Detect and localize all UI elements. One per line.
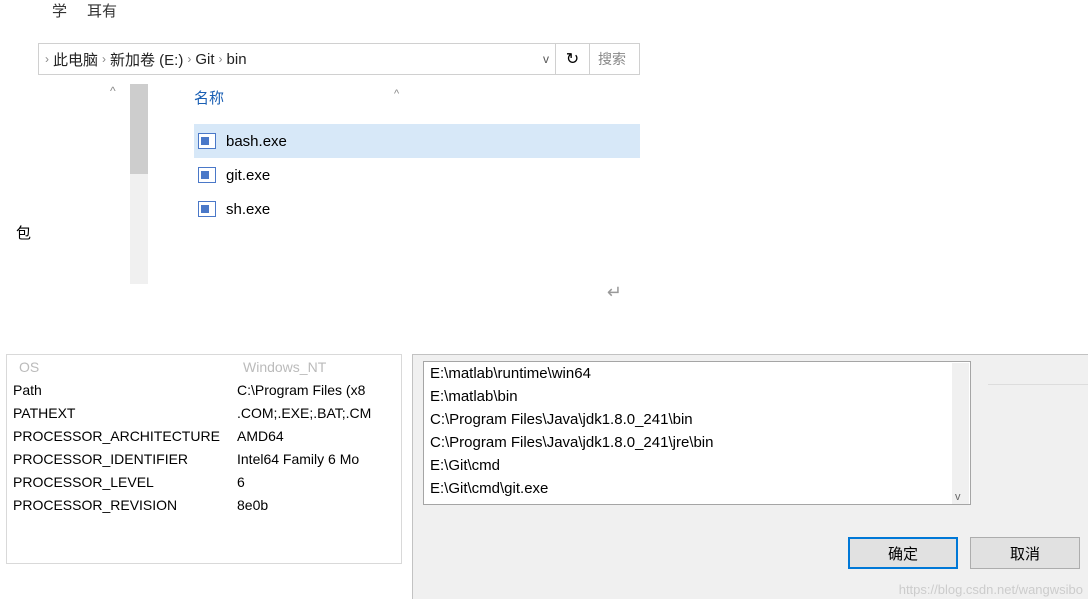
breadcrumb-item[interactable]: 此电脑 [53, 49, 98, 70]
env-key: PROCESSOR_ARCHITECTURE [7, 428, 237, 444]
breadcrumb-bar[interactable]: › 此电脑 › 新加卷 (E:) › Git › bin v [38, 43, 556, 75]
list-item[interactable]: C:\Program Files\Java\jdk1.8.0_241\bin [424, 408, 970, 431]
table-row[interactable]: PATHEXT .COM;.EXE;.BAT;.CM [7, 401, 401, 424]
list-item[interactable]: E:\Git\cmd [424, 454, 970, 477]
sort-caret-icon: ^ [394, 88, 399, 100]
table-row[interactable]: OS Windows_NT [7, 355, 401, 378]
chevron-right-icon: › [45, 52, 49, 66]
file-name: bash.exe [226, 133, 287, 150]
env-vars-list[interactable]: OS Windows_NT Path C:\Program Files (x8 … [6, 354, 402, 564]
file-name: sh.exe [226, 201, 270, 218]
scrollbar-thumb[interactable] [130, 84, 148, 174]
table-row[interactable]: PROCESSOR_REVISION 8e0b [7, 493, 401, 516]
env-key: PROCESSOR_REVISION [7, 497, 237, 513]
exe-file-icon [198, 167, 216, 183]
nav-item[interactable]: 包 [16, 222, 31, 243]
env-val: .COM;.EXE;.BAT;.CM [237, 405, 401, 421]
table-row[interactable]: Path C:\Program Files (x8 [7, 378, 401, 401]
breadcrumb-item[interactable]: 新加卷 (E:) [110, 49, 183, 70]
table-row[interactable]: PROCESSOR_LEVEL 6 [7, 470, 401, 493]
env-key: PATHEXT [7, 405, 237, 421]
env-val: 8e0b [237, 497, 401, 513]
table-row[interactable]: PROCESSOR_ARCHITECTURE AMD64 [7, 424, 401, 447]
file-row[interactable]: bash.exe [194, 124, 640, 158]
breadcrumb-item[interactable]: Git [195, 51, 214, 68]
list-item[interactable]: E:\Git\cmd\git.exe [424, 477, 970, 500]
env-key: OS [13, 359, 243, 375]
breadcrumb-item[interactable]: bin [227, 51, 247, 68]
refresh-icon: ↻ [566, 49, 579, 69]
ok-button[interactable]: 确定 [848, 537, 958, 569]
dialog-buttons: 确定 取消 [848, 537, 1080, 569]
return-icon: ↵ [607, 282, 622, 303]
env-key: Path [7, 382, 237, 398]
list-item[interactable]: C:\Program Files\Java\jdk1.8.0_241\jre\b… [424, 431, 970, 454]
env-key: PROCESSOR_LEVEL [7, 474, 237, 490]
file-explorer-window: 学 耳有 › 此电脑 › 新加卷 (E:) › Git › bin v ↻ 搜索… [38, 0, 640, 340]
list-item[interactable]: E:\matlab\runtime\win64 [424, 362, 970, 385]
search-input[interactable]: 搜索 [590, 43, 640, 75]
file-list: 名称 ^ bash.exe git.exe sh.exe [148, 82, 640, 226]
exe-file-icon [198, 133, 216, 149]
env-val: AMD64 [237, 428, 401, 444]
nav-scrollbar[interactable] [130, 84, 148, 284]
chevron-down-icon[interactable]: v [955, 491, 961, 503]
explorer-body: ^ 包 名称 ^ bash.exe git.exe sh.exe [38, 82, 640, 226]
file-name: git.exe [226, 167, 270, 184]
env-val: Windows_NT [243, 359, 401, 375]
dialog-side-panel [988, 355, 1088, 385]
explorer-tabs: 学 耳有 [38, 0, 640, 24]
column-header-name[interactable]: 名称 ^ [194, 82, 640, 112]
tab-item[interactable]: 耳有 [87, 0, 117, 21]
env-val: C:\Program Files (x8 [237, 382, 401, 398]
env-val: Intel64 Family 6 Mo [237, 451, 401, 467]
chevron-right-icon: › [102, 52, 106, 66]
column-header-label: 名称 [194, 87, 224, 108]
chevron-up-icon[interactable]: ^ [110, 84, 116, 98]
tab-item[interactable]: 学 [52, 0, 67, 21]
edit-path-dialog: E:\matlab\runtime\win64 E:\matlab\bin C:… [412, 354, 1088, 599]
chevron-right-icon: › [219, 52, 223, 66]
cancel-button[interactable]: 取消 [970, 537, 1080, 569]
refresh-button[interactable]: ↻ [556, 43, 590, 75]
exe-file-icon [198, 201, 216, 217]
path-entries-list[interactable]: E:\matlab\runtime\win64 E:\matlab\bin C:… [423, 361, 971, 505]
file-row[interactable]: git.exe [194, 158, 640, 192]
watermark-text: https://blog.csdn.net/wangwsibo [899, 582, 1083, 597]
address-row: › 此电脑 › 新加卷 (E:) › Git › bin v ↻ 搜索 [38, 42, 640, 76]
table-row[interactable]: PROCESSOR_IDENTIFIER Intel64 Family 6 Mo [7, 447, 401, 470]
chevron-right-icon: › [187, 52, 191, 66]
file-row[interactable]: sh.exe [194, 192, 640, 226]
env-key: PROCESSOR_IDENTIFIER [7, 451, 237, 467]
search-placeholder: 搜索 [598, 49, 626, 69]
address-dropdown-icon[interactable]: v [543, 52, 549, 66]
nav-pane: ^ 包 [38, 82, 148, 226]
env-val: 6 [237, 474, 401, 490]
path-scrollbar[interactable]: v [952, 363, 969, 505]
list-item[interactable]: E:\matlab\bin [424, 385, 970, 408]
